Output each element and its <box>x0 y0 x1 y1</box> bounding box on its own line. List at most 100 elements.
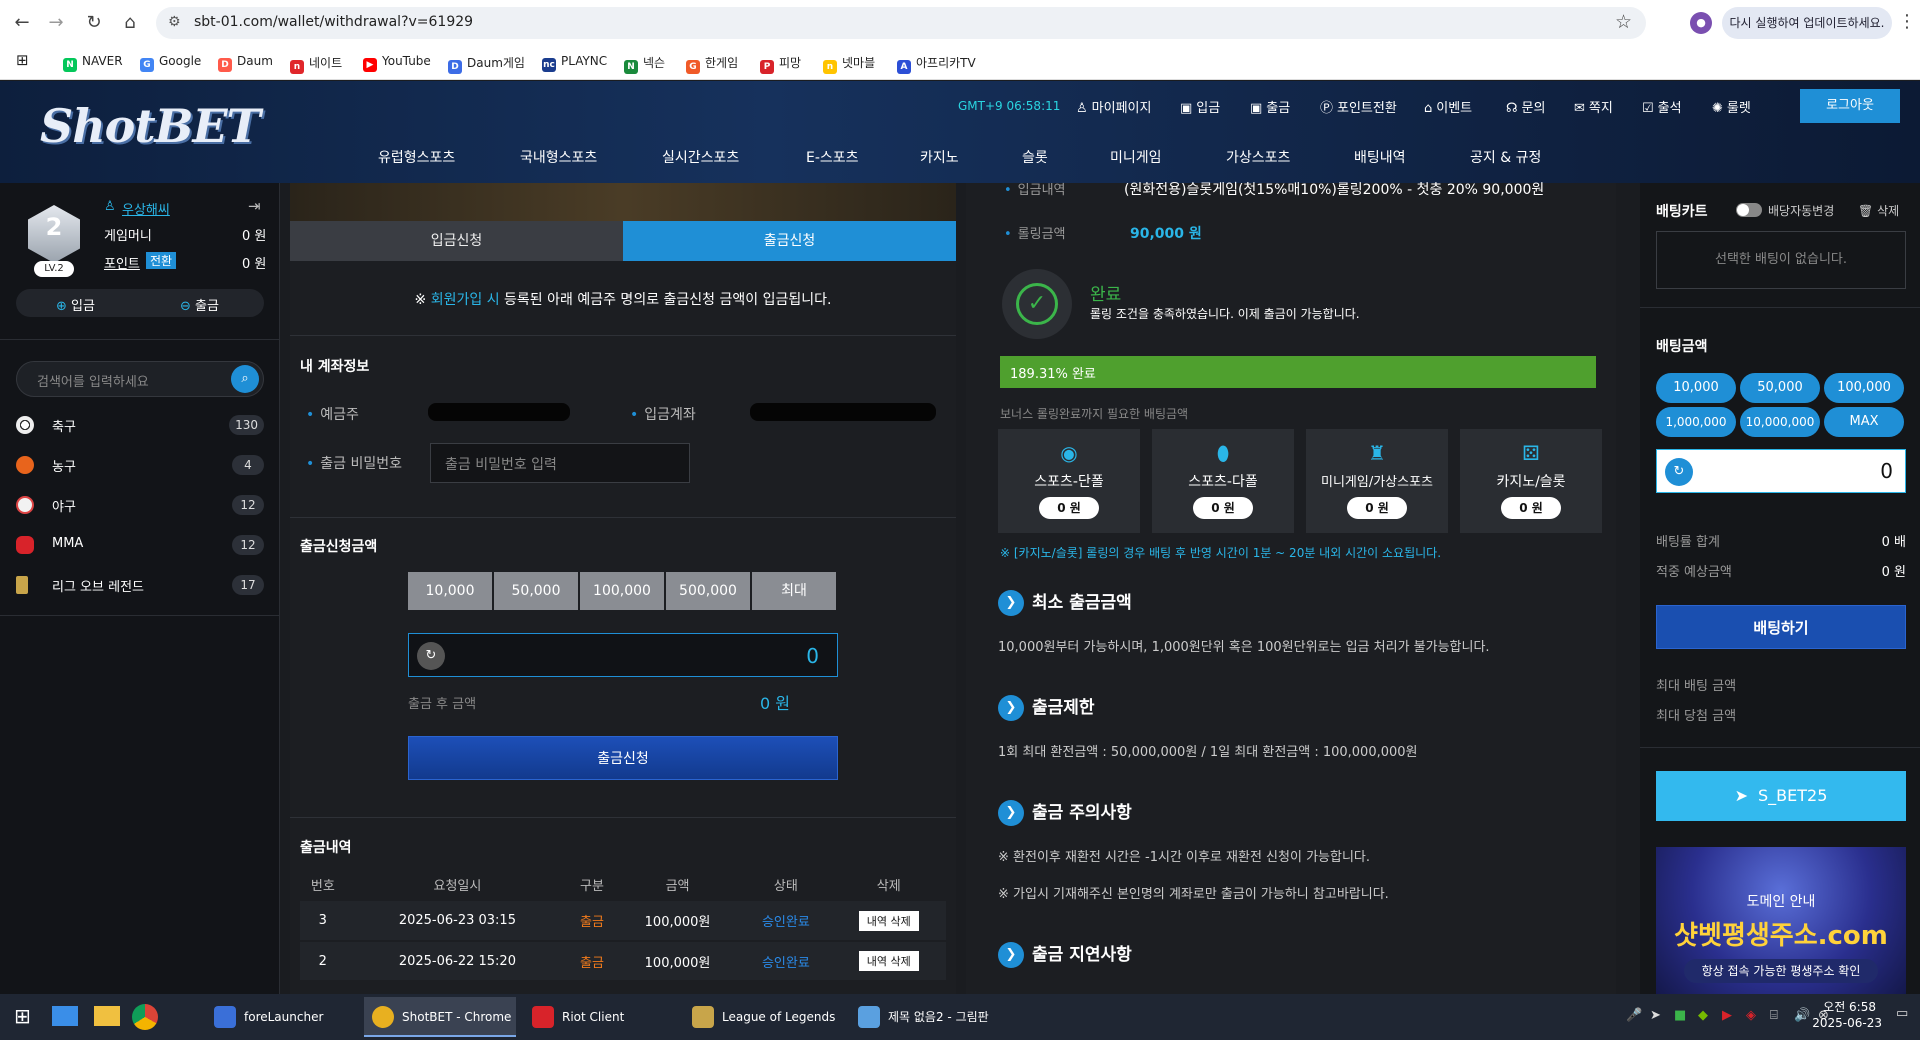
forward-icon[interactable]: → <box>44 11 68 35</box>
delete-history-button[interactable]: 내역 삭제 <box>858 910 919 931</box>
clock-time[interactable]: 오전 6:58 <box>1823 998 1876 1015</box>
menu-minigame[interactable]: 미니게임 <box>1110 147 1162 167</box>
sidebar-item-soccer[interactable]: 축구 130 <box>16 411 264 439</box>
nav-roulette[interactable]: ✺ 룰렛 <box>1712 97 1751 116</box>
reset-icon[interactable]: ↻ <box>417 642 445 670</box>
search-icon[interactable]: ⌕ <box>231 365 259 393</box>
site-logo[interactable]: ShotBET <box>40 99 261 153</box>
chip-10000[interactable]: 10,000 <box>1656 373 1736 403</box>
address-bar[interactable]: ⚙ sbt-01.com/wallet/withdrawal?v=61929 ☆ <box>156 7 1646 39</box>
chip-10000000[interactable]: 10,000,000 <box>1740 407 1820 437</box>
quick-amount-10000[interactable]: 10,000 <box>408 572 492 610</box>
nav-message[interactable]: ✉ 쪽지 <box>1574 97 1613 116</box>
quick-deposit-button[interactable]: ⊕ 입금 <box>56 295 95 314</box>
site-info-icon[interactable]: ⚙ <box>168 14 181 30</box>
search-input[interactable]: 검색어를 입력하세요 ⌕ <box>16 361 264 397</box>
taskbar-paint[interactable]: 제목 없음2 - 그림판 <box>850 997 1002 1037</box>
bookmark-netmarble[interactable]: n 넷마블 <box>823 54 875 74</box>
menu-euro-sports[interactable]: 유럽형스포츠 <box>378 147 455 167</box>
desktop-icon[interactable] <box>52 1006 78 1026</box>
menu-bet-history[interactable]: 배팅내역 <box>1354 147 1406 167</box>
update-button[interactable]: 다시 실행하여 업데이트하세요. <box>1722 7 1892 39</box>
bookmark-daumgame[interactable]: D Daum게임 <box>448 54 525 74</box>
tray-volume-icon[interactable]: 🔊 <box>1794 1008 1810 1023</box>
sidebar-item-baseball[interactable]: 야구 12 <box>16 491 264 519</box>
bookmark-youtube[interactable]: ▶ YouTube <box>363 54 431 72</box>
nav-inquiry[interactable]: ☊ 문의 <box>1506 97 1545 116</box>
profile-avatar-icon[interactable]: ● <box>1690 12 1712 34</box>
chip-1000000[interactable]: 1,000,000 <box>1656 407 1736 437</box>
tray-nvidia-icon[interactable]: ◆ <box>1698 1008 1708 1023</box>
tray-kakao-icon[interactable]: ■ <box>1674 1008 1686 1023</box>
quick-amount-50000[interactable]: 50,000 <box>494 572 578 610</box>
apps-grid-icon[interactable]: ⊞ <box>16 51 29 69</box>
nav-event[interactable]: ⌂ 이벤트 <box>1424 97 1472 116</box>
amount-value[interactable]: 0 <box>806 644 819 668</box>
file-explorer-icon[interactable] <box>94 1006 120 1026</box>
chip-max[interactable]: MAX <box>1824 407 1904 437</box>
tab-deposit-request[interactable]: 입금신청 <box>290 221 623 261</box>
quick-withdraw-button[interactable]: ⊖ 출금 <box>180 295 219 314</box>
chip-50000[interactable]: 50,000 <box>1740 373 1820 403</box>
url-text[interactable]: sbt-01.com/wallet/withdrawal?v=61929 <box>194 14 473 30</box>
search-placeholder[interactable]: 검색어를 입력하세요 <box>37 371 149 390</box>
withdraw-submit-button[interactable]: 출금신청 <box>408 736 838 780</box>
logout-button[interactable]: 로그아웃 <box>1800 89 1900 123</box>
taskbar-league[interactable]: League of Legends <box>684 997 844 1037</box>
withdraw-amount-input[interactable]: ↻ 0 <box>408 633 838 677</box>
signup-link[interactable]: 회원가입 시 <box>431 292 500 308</box>
withdraw-password-input[interactable]: 출금 비밀번호 입력 <box>430 443 690 483</box>
sidebar-item-lol[interactable]: 리그 오브 레전드 17 <box>16 571 264 599</box>
notification-icon[interactable]: ▭ <box>1896 1006 1908 1021</box>
tray-telegram-icon[interactable]: ➤ <box>1650 1008 1661 1023</box>
bookmark-naver[interactable]: N NAVER <box>63 54 123 72</box>
tray-mic-icon[interactable]: 🎤 <box>1626 1008 1642 1023</box>
nav-mypage[interactable]: ♙ 마이페이지 <box>1076 97 1151 116</box>
menu-virtual-sports[interactable]: 가상스포츠 <box>1226 147 1290 167</box>
taskbar-riot-client[interactable]: Riot Client <box>524 997 676 1037</box>
tray-record-icon[interactable]: ▶ <box>1722 1008 1732 1023</box>
menu-casino[interactable]: 카지노 <box>920 147 959 167</box>
tray-shield-icon[interactable]: ◈ <box>1746 1008 1756 1023</box>
chip-100000[interactable]: 100,000 <box>1824 373 1904 403</box>
windows-start-icon[interactable]: ⊞ <box>14 1004 31 1028</box>
home-icon[interactable]: ⌂ <box>118 11 142 35</box>
clock-date[interactable]: 2025-06-23 <box>1812 1016 1882 1030</box>
domain-banner[interactable]: 도메인 안내 샷벳평생주소.com 항상 접속 가능한 평생주소 확인 <box>1656 847 1906 995</box>
bookmark-nate[interactable]: n 네이트 <box>290 54 342 74</box>
sidebar-item-mma[interactable]: MMA 12 <box>16 531 264 559</box>
sidebar-item-basketball[interactable]: 농구 4 <box>16 451 264 479</box>
bookmark-hangame[interactable]: G 한게임 <box>686 54 738 74</box>
bookmark-daum[interactable]: D Daum <box>218 54 273 72</box>
bet-amount-value[interactable]: 0 <box>1880 459 1893 483</box>
logout-icon[interactable]: ⇥ <box>248 197 261 215</box>
reset-icon[interactable]: ↻ <box>1665 458 1693 486</box>
bookmark-afreecatv[interactable]: A 아프리카TV <box>897 54 976 74</box>
browser-menu-icon[interactable]: ⋮ <box>1898 11 1916 32</box>
bet-amount-input[interactable]: ↻ 0 <box>1656 449 1906 493</box>
menu-slot[interactable]: 슬롯 <box>1022 147 1048 167</box>
menu-live-sports[interactable]: 실시간스포츠 <box>662 147 739 167</box>
username[interactable]: 우상해씨 <box>122 199 170 218</box>
bookmark-plaync[interactable]: nc PLAYNC <box>542 54 607 72</box>
place-bet-button[interactable]: 배팅하기 <box>1656 605 1906 649</box>
nav-withdraw[interactable]: ▣ 출금 <box>1250 97 1290 116</box>
quick-amount-100000[interactable]: 100,000 <box>580 572 664 610</box>
nav-deposit[interactable]: ▣ 입금 <box>1180 97 1220 116</box>
delete-history-button[interactable]: 내역 삭제 <box>858 951 919 971</box>
taskbar-chrome-shotbet[interactable]: ShotBET - Chrome <box>364 997 516 1037</box>
nav-attendance[interactable]: ☑ 출석 <box>1642 97 1682 116</box>
tray-network-icon[interactable]: ⌸ <box>1770 1008 1778 1023</box>
reload-icon[interactable]: ↻ <box>82 11 106 35</box>
bookmark-google[interactable]: G Google <box>140 54 201 72</box>
quick-amount-500000[interactable]: 500,000 <box>666 572 750 610</box>
chrome-icon[interactable] <box>132 1004 158 1030</box>
auto-odds-toggle[interactable] <box>1736 203 1762 217</box>
back-icon[interactable]: ← <box>10 11 34 35</box>
point-switch-button[interactable]: 전환 <box>146 252 177 269</box>
clear-betslip-button[interactable]: 🗑 삭제 <box>1858 202 1899 219</box>
quick-amount-max[interactable]: 최대 <box>752 572 836 610</box>
bookmark-nexon[interactable]: N 넥슨 <box>624 54 665 74</box>
telegram-button[interactable]: ➤ S_BET25 <box>1656 771 1906 821</box>
taskbar-forelauncher[interactable]: foreLauncher <box>206 997 358 1037</box>
